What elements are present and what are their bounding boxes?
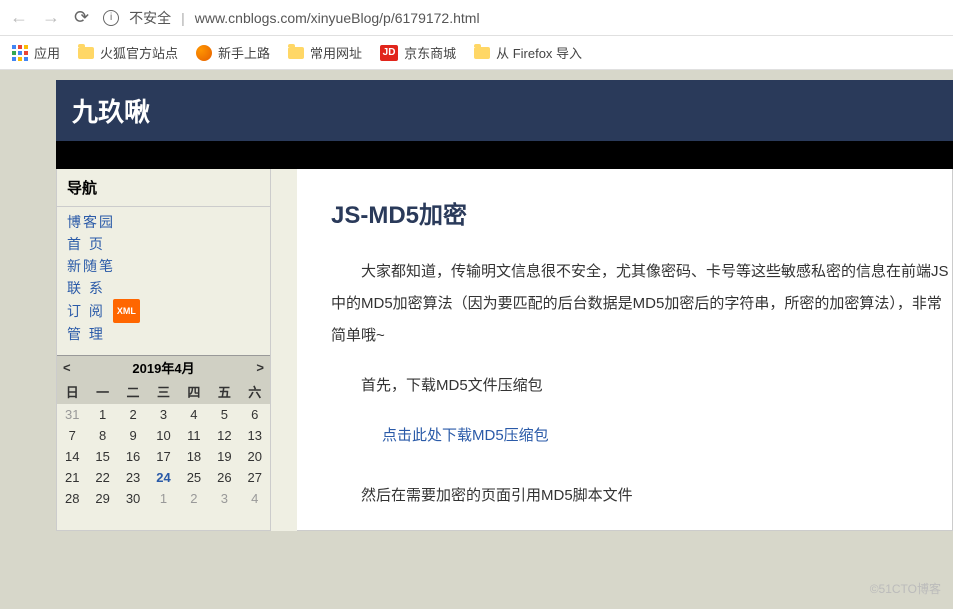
download-link[interactable]: 点击此处下载MD5压缩包	[382, 420, 952, 452]
cal-day[interactable]: 13	[240, 425, 270, 446]
security-label: 不安全	[129, 8, 171, 28]
article-title: JS-MD5加密	[331, 195, 952, 230]
bookmark-firefox-import[interactable]: 从 Firefox 导入	[474, 43, 582, 62]
cal-day[interactable]: 4	[179, 404, 209, 425]
cal-day[interactable]: 17	[148, 446, 178, 467]
folder-icon	[474, 47, 490, 59]
nav-admin[interactable]: 管 理	[67, 323, 260, 345]
firefox-icon	[196, 45, 212, 61]
article-paragraph: 首先，下载MD5文件压缩包	[361, 370, 952, 402]
cal-day[interactable]: 10	[148, 425, 178, 446]
cal-title: 2019年4月	[132, 358, 194, 377]
cal-day[interactable]: 31	[57, 404, 87, 425]
cal-day[interactable]: 12	[209, 425, 239, 446]
forward-button[interactable]: →	[42, 7, 60, 28]
cal-day[interactable]: 29	[87, 488, 117, 509]
cal-day[interactable]: 26	[209, 467, 239, 488]
folder-icon	[78, 47, 94, 59]
cal-day[interactable]: 7	[57, 425, 87, 446]
cal-dow: 四	[179, 379, 209, 404]
bookmark-jd[interactable]: JD 京东商城	[380, 43, 456, 62]
cal-day[interactable]: 25	[179, 467, 209, 488]
cal-day[interactable]: 1	[87, 404, 117, 425]
cal-day[interactable]: 23	[118, 467, 148, 488]
cal-day[interactable]: 27	[240, 467, 270, 488]
browser-toolbar: ← → ⟳ i 不安全 | www.cnblogs.com/xinyueBlog…	[0, 0, 953, 36]
cal-day[interactable]: 5	[209, 404, 239, 425]
blog-title[interactable]: 九玖啾	[72, 97, 150, 127]
article-main: JS-MD5加密 大家都知道，传输明文信息很不安全，尤其像密码、卡号等这些敏感私…	[297, 169, 953, 531]
apps-icon	[12, 45, 28, 61]
nav-bar	[56, 141, 953, 169]
cal-day[interactable]: 30	[118, 488, 148, 509]
info-icon[interactable]: i	[103, 10, 119, 26]
cal-dow: 一	[87, 379, 117, 404]
nav-home[interactable]: 首 页	[67, 233, 260, 255]
nav-contact[interactable]: 联 系	[67, 277, 260, 299]
cal-prev[interactable]: <	[63, 360, 71, 375]
article-paragraph: 大家都知道，传输明文信息很不安全，尤其像密码、卡号等这些敏感私密的信息在前端JS…	[331, 256, 952, 352]
cal-day[interactable]: 20	[240, 446, 270, 467]
cal-dow: 二	[118, 379, 148, 404]
cal-day[interactable]: 21	[57, 467, 87, 488]
blog-header: 九玖啾	[56, 80, 953, 141]
cal-day[interactable]: 8	[87, 425, 117, 446]
cal-day[interactable]: 2	[118, 404, 148, 425]
cal-day[interactable]: 15	[87, 446, 117, 467]
watermark: ©51CTO博客	[870, 580, 941, 597]
cal-day[interactable]: 3	[148, 404, 178, 425]
sidebar: 导航 博客园 首 页 新随笔 联 系 订 阅 XML 管 理 < 2019年4月…	[56, 169, 271, 531]
nav-cnblogs[interactable]: 博客园	[67, 211, 260, 233]
back-button[interactable]: ←	[10, 7, 28, 28]
cal-dow: 五	[209, 379, 239, 404]
reload-button[interactable]: ⟳	[74, 7, 89, 28]
bookmarks-bar: 应用 火狐官方站点 新手上路 常用网址 JD 京东商城 从 Firefox 导入	[0, 36, 953, 70]
cal-day[interactable]: 1	[148, 488, 178, 509]
apps-button[interactable]: 应用	[12, 43, 60, 62]
cal-dow: 六	[240, 379, 270, 404]
cal-day[interactable]: 22	[87, 467, 117, 488]
nav-subscribe[interactable]: 订 阅 XML	[67, 299, 260, 323]
bookmark-common[interactable]: 常用网址	[288, 43, 362, 62]
article-paragraph: 然后在需要加密的页面引用MD5脚本文件	[361, 480, 952, 512]
cal-dow: 日	[57, 379, 87, 404]
nav-heading: 导航	[57, 169, 270, 207]
calendar-widget: < 2019年4月 > 日一二三四五六311234567891011121314…	[57, 355, 270, 509]
cal-day[interactable]: 24	[148, 467, 178, 488]
folder-icon	[288, 47, 304, 59]
cal-day[interactable]: 14	[57, 446, 87, 467]
jd-icon: JD	[380, 45, 398, 61]
cal-day[interactable]: 2	[179, 488, 209, 509]
cal-day[interactable]: 19	[209, 446, 239, 467]
cal-day[interactable]: 11	[179, 425, 209, 446]
cal-day[interactable]: 16	[118, 446, 148, 467]
cal-day[interactable]: 4	[240, 488, 270, 509]
url-text: www.cnblogs.com/xinyueBlog/p/6179172.htm…	[195, 10, 480, 26]
cal-next[interactable]: >	[256, 360, 264, 375]
bookmark-newbie[interactable]: 新手上路	[196, 43, 270, 62]
nav-newpost[interactable]: 新随笔	[67, 255, 260, 277]
cal-day[interactable]: 18	[179, 446, 209, 467]
address-bar[interactable]: i 不安全 | www.cnblogs.com/xinyueBlog/p/617…	[103, 8, 943, 28]
cal-day[interactable]: 9	[118, 425, 148, 446]
cal-day[interactable]: 3	[209, 488, 239, 509]
bookmark-firefox-site[interactable]: 火狐官方站点	[78, 43, 178, 62]
cal-day[interactable]: 28	[57, 488, 87, 509]
xml-badge-icon: XML	[113, 299, 140, 323]
cal-dow: 三	[148, 379, 178, 404]
cal-day[interactable]: 6	[240, 404, 270, 425]
